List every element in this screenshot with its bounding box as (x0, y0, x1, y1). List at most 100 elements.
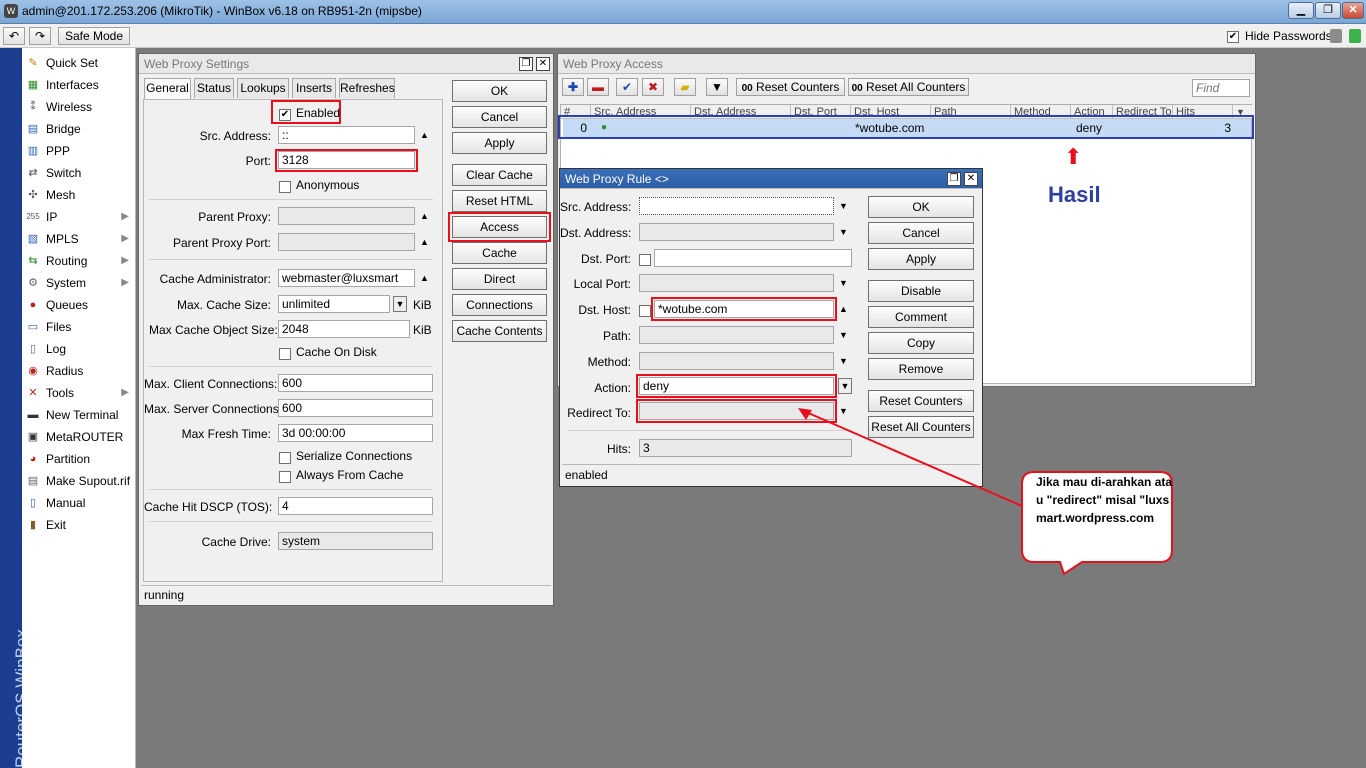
apply-button[interactable]: Apply (452, 132, 547, 154)
reset-html-button[interactable]: Reset HTML (452, 190, 547, 212)
max-fresh-field[interactable]: 3d 00:00:00 (278, 424, 433, 442)
remove-button[interactable]: Remove (868, 358, 974, 380)
sidebar-item-interfaces[interactable]: ▦ Interfaces (22, 74, 135, 96)
anonymous-checkbox[interactable] (279, 179, 291, 193)
undo-icon[interactable]: ↶ (3, 27, 25, 45)
reset-counters-button[interactable]: 00 Reset Counters (736, 78, 845, 96)
dropdown-arrow-icon[interactable]: ▼ (839, 352, 848, 370)
cache-drive-field[interactable]: system (278, 532, 433, 550)
path-field[interactable] (639, 326, 834, 344)
tab-status[interactable]: Status (194, 78, 234, 98)
max-cache-size-field[interactable]: unlimited (278, 295, 390, 313)
clear-cache-button[interactable]: Clear Cache (452, 164, 547, 186)
minimize-button[interactable]: ▁ (1288, 2, 1314, 19)
dropdown-arrow-icon[interactable]: ▼ (839, 274, 848, 292)
sidebar-item-mpls[interactable]: ▧ MPLS ▶ (22, 228, 135, 250)
cancel-button[interactable]: Cancel (868, 222, 974, 244)
sidebar-item-radius[interactable]: ◉ Radius (22, 360, 135, 382)
max-client-field[interactable]: 600 (278, 374, 433, 392)
dropdown-button[interactable]: ▼ (838, 378, 852, 394)
src-address-field[interactable]: :: (278, 126, 415, 144)
tab-general[interactable]: General (144, 78, 191, 99)
local-port-field[interactable] (639, 274, 834, 292)
redo-icon[interactable]: ↷ (29, 27, 51, 45)
serialize-checkbox[interactable] (279, 450, 291, 464)
disable-icon[interactable]: ✖ (642, 78, 664, 96)
sidebar-item-mesh[interactable]: ✣ Mesh (22, 184, 135, 206)
sidebar-item-partition[interactable]: ◕ Partition (22, 448, 135, 470)
sidebar-item-manual[interactable]: ▯ Manual (22, 492, 135, 514)
sidebar-item-quick-set[interactable]: ✎ Quick Set (22, 52, 135, 74)
find-input[interactable] (1192, 79, 1250, 97)
disable-button[interactable]: Disable (868, 280, 974, 302)
sidebar-item-make-supout[interactable]: ▤ Make Supout.rif (22, 470, 135, 492)
hide-passwords-checkbox[interactable]: ✔ (1227, 29, 1239, 43)
dropdown-button[interactable]: ▼ (393, 296, 407, 312)
restore-icon[interactable]: ❐ (519, 57, 533, 71)
cache-contents-button[interactable]: Cache Contents (452, 320, 547, 342)
enabled-checkbox[interactable]: ✔ (279, 107, 291, 121)
tab-inserts[interactable]: Inserts (292, 78, 336, 98)
remove-icon[interactable]: ▬ (587, 78, 609, 96)
sidebar-item-bridge[interactable]: ▤ Bridge (22, 118, 135, 140)
sidebar-item-ppp[interactable]: ▥ PPP (22, 140, 135, 162)
always-cache-checkbox[interactable] (279, 469, 291, 483)
collapse-arrow-icon[interactable]: ▲ (839, 300, 848, 318)
dropdown-arrow-icon[interactable]: ▲ (420, 207, 429, 225)
safe-mode-button[interactable]: Safe Mode (58, 27, 130, 45)
sidebar-item-ip[interactable]: 255 IP ▶ (22, 206, 135, 228)
method-field[interactable] (639, 352, 834, 370)
add-icon[interactable]: ✚ (562, 78, 584, 96)
cache-admin-field[interactable]: webmaster@luxsmart (278, 269, 415, 287)
dropdown-arrow-icon[interactable]: ▼ (839, 326, 848, 344)
filter-icon[interactable]: ▼ (706, 78, 728, 96)
max-cache-obj-field[interactable]: 2048 (278, 320, 410, 338)
direct-button[interactable]: Direct (452, 268, 547, 290)
sidebar-item-log[interactable]: ▯ Log (22, 338, 135, 360)
close-icon[interactable]: ✕ (964, 172, 978, 186)
dst-port-negate-checkbox[interactable] (639, 252, 651, 266)
sidebar-item-metarouter[interactable]: ▣ MetaROUTER (22, 426, 135, 448)
cache-button[interactable]: Cache (452, 242, 547, 264)
parent-proxy-field[interactable] (278, 207, 415, 225)
close-icon[interactable]: ✕ (536, 57, 550, 71)
dst-host-negate-checkbox[interactable] (639, 303, 651, 317)
dscp-field[interactable]: 4 (278, 497, 433, 515)
sidebar-item-system[interactable]: ⚙ System ▶ (22, 272, 135, 294)
tab-refreshes[interactable]: Refreshes (339, 78, 395, 98)
enable-icon[interactable]: ✔ (616, 78, 638, 96)
src-address-field[interactable] (639, 197, 834, 215)
close-button[interactable]: ✕ (1342, 2, 1364, 19)
updown-icon[interactable]: ▲ (420, 126, 429, 144)
sidebar-item-files[interactable]: ▭ Files (22, 316, 135, 338)
dst-port-field[interactable] (654, 249, 852, 267)
sidebar-item-exit[interactable]: ▮ Exit (22, 514, 135, 536)
copy-button[interactable]: Copy (868, 332, 974, 354)
ok-button[interactable]: OK (868, 196, 974, 218)
comment-icon[interactable]: ▰ (674, 78, 696, 96)
sidebar-item-tools[interactable]: ✕ Tools ▶ (22, 382, 135, 404)
ok-button[interactable]: OK (452, 80, 547, 102)
dst-host-field[interactable]: *wotube.com (654, 300, 834, 318)
maximize-button[interactable]: ❐ (1315, 2, 1341, 19)
action-select[interactable]: deny (639, 377, 834, 395)
dropdown-arrow-icon[interactable]: ▲ (420, 233, 429, 251)
parent-proxy-port-field[interactable] (278, 233, 415, 251)
access-button[interactable]: Access (452, 216, 547, 238)
max-server-field[interactable]: 600 (278, 399, 433, 417)
apply-button[interactable]: Apply (868, 248, 974, 270)
reset-all-counters-button[interactable]: 00 Reset All Counters (848, 78, 969, 96)
connections-button[interactable]: Connections (452, 294, 547, 316)
tab-lookups[interactable]: Lookups (237, 78, 289, 98)
dropdown-arrow-icon[interactable]: ▼ (839, 197, 848, 215)
sidebar-item-wireless[interactable]: ⁑ Wireless (22, 96, 135, 118)
restore-icon[interactable]: ❐ (947, 172, 961, 186)
cancel-button[interactable]: Cancel (452, 106, 547, 128)
sidebar-item-switch[interactable]: ⇄ Switch (22, 162, 135, 184)
cache-on-disk-checkbox[interactable] (279, 346, 291, 360)
port-field[interactable]: 3128 (278, 151, 415, 169)
sidebar-item-new-terminal[interactable]: ▬ New Terminal (22, 404, 135, 426)
collapse-arrow-icon[interactable]: ▲ (420, 269, 429, 287)
sidebar-item-queues[interactable]: ● Queues (22, 294, 135, 316)
sidebar-item-routing[interactable]: ⇆ Routing ▶ (22, 250, 135, 272)
